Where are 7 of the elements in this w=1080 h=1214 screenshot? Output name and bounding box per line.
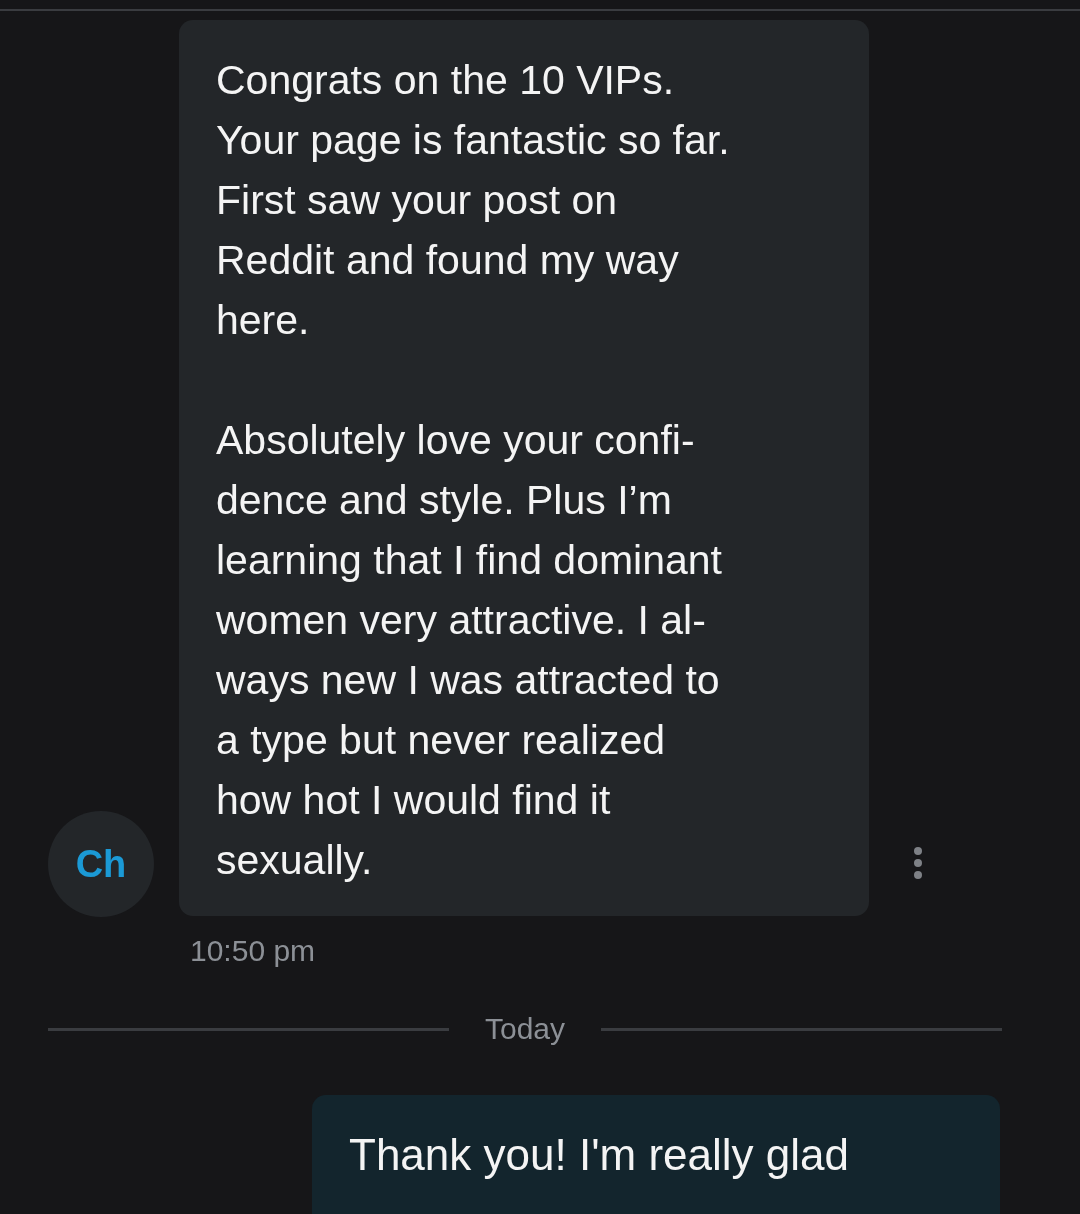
avatar-initials: Ch: [75, 842, 127, 886]
message-text: Thank you! I'm really glad: [349, 1129, 850, 1181]
day-divider-label: Today: [483, 1012, 567, 1046]
message-text: Absolutely love your confi- dence and style. Plus I’m learning that I find dominant women very attractive. I al- ways new I was attracted to a type but never realized how hot I would find it sexually.: [216, 416, 723, 885]
more-options-icon[interactable]: [913, 846, 923, 880]
message-text: Congrats on the 10 VIPs. Your page is fantastic so far. First saw your post on Reddit and found my way here.: [216, 56, 731, 345]
message-time: 10:50 pm: [190, 934, 317, 968]
